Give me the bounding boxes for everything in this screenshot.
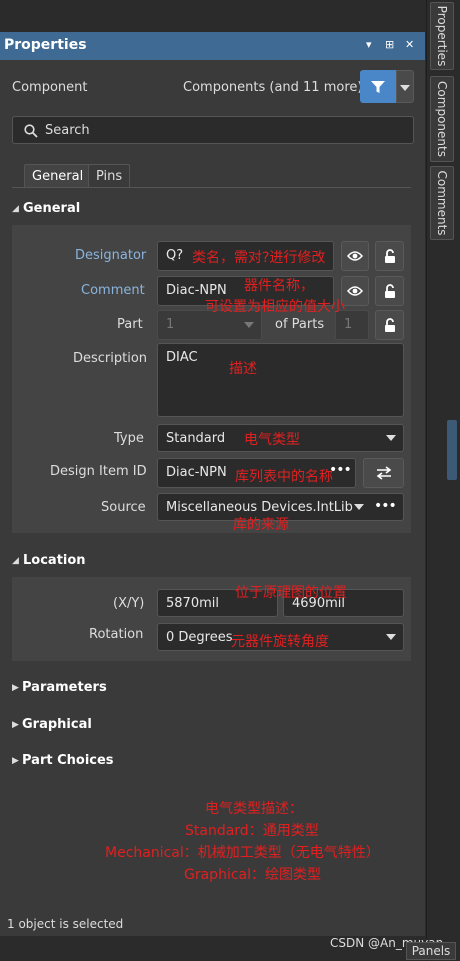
annotation: 器件名称， bbox=[244, 278, 314, 294]
section-graphical[interactable]: Graphical bbox=[22, 717, 92, 732]
lock-icon bbox=[384, 248, 395, 263]
annotation: Graphical：绘图类型 bbox=[184, 867, 321, 883]
filter-icon bbox=[371, 80, 385, 93]
section-part-choices[interactable]: Part Choices bbox=[22, 753, 114, 768]
collapsed-caret-icon: ▶ bbox=[12, 720, 19, 730]
chevron-down-icon bbox=[400, 85, 410, 91]
designator-label: Designator bbox=[75, 248, 147, 263]
visibility-toggle[interactable] bbox=[341, 241, 369, 271]
component-label: Component bbox=[12, 80, 88, 95]
right-panel-strip: Properties Components Comments bbox=[426, 0, 460, 961]
vtab-components[interactable]: Components bbox=[430, 76, 454, 162]
top-strip bbox=[0, 0, 426, 32]
annotation: 元器件旋转角度 bbox=[231, 634, 329, 650]
description-label: Description bbox=[73, 351, 148, 366]
swap-icon bbox=[376, 466, 391, 480]
rotation-label: Rotation bbox=[89, 627, 144, 642]
vtab-comments[interactable]: Comments bbox=[430, 166, 454, 240]
xy-label: (X/Y) bbox=[113, 596, 145, 611]
design-item-id-value: Diac-NPN bbox=[166, 465, 227, 480]
type-value: Standard bbox=[166, 431, 226, 446]
type-label: Type bbox=[114, 431, 144, 446]
rotation-value: 0 Degrees bbox=[166, 630, 233, 645]
panel-title: Properties bbox=[4, 37, 87, 53]
collapsed-caret-icon: ▶ bbox=[12, 683, 19, 693]
comment-visibility-toggle[interactable] bbox=[341, 276, 369, 306]
expanded-caret-icon: ◢ bbox=[12, 556, 19, 566]
description-field[interactable]: DIAC bbox=[157, 343, 404, 417]
lock-icon bbox=[384, 317, 395, 332]
components-count: Components (and 11 more) bbox=[183, 80, 363, 95]
panel-menu-icon[interactable]: ▾ bbox=[366, 38, 372, 51]
lock-toggle[interactable] bbox=[375, 241, 404, 271]
annotation: 电气类型 bbox=[244, 432, 300, 448]
design-item-id-label: Design Item ID bbox=[50, 464, 147, 479]
vtab-properties[interactable]: Properties bbox=[430, 2, 454, 70]
chevron-down-icon bbox=[244, 322, 254, 328]
annotation: Mechanical：机械加工类型（无电气特性） bbox=[105, 845, 380, 861]
annotation: 电气类型描述： bbox=[205, 801, 303, 817]
section-parameters[interactable]: Parameters bbox=[22, 680, 107, 695]
eye-icon bbox=[347, 251, 363, 261]
comment-lock-toggle[interactable] bbox=[375, 276, 404, 306]
annotation: 可设置为相应的值大小 bbox=[205, 299, 345, 315]
annotation: 库列表中的名称 bbox=[235, 469, 333, 485]
scroll-grip[interactable] bbox=[447, 420, 457, 480]
panel-title-bar: Properties ▾ ⊞ ✕ bbox=[0, 32, 425, 60]
pin-icon[interactable]: ⊞ bbox=[385, 38, 394, 51]
search-icon bbox=[24, 124, 38, 138]
close-icon[interactable]: ✕ bbox=[405, 38, 414, 51]
status-text: 1 object is selected bbox=[7, 917, 124, 931]
annotation: 位于原理图的位置 bbox=[235, 585, 347, 601]
of-parts-label: of Parts bbox=[275, 317, 325, 332]
annotation: Standard：通用类型 bbox=[185, 823, 319, 839]
tab-divider bbox=[12, 187, 411, 188]
part-lock-toggle[interactable] bbox=[375, 310, 404, 340]
search-input[interactable]: Search bbox=[12, 116, 414, 144]
collapsed-caret-icon: ▶ bbox=[12, 756, 19, 766]
annotation: 描述 bbox=[229, 361, 257, 377]
source-value: Miscellaneous Devices.IntLib bbox=[166, 500, 353, 515]
eye-icon bbox=[347, 286, 363, 296]
expanded-caret-icon: ◢ bbox=[12, 204, 19, 214]
chevron-down-icon bbox=[354, 504, 364, 510]
chevron-down-icon bbox=[386, 435, 396, 441]
filter-button[interactable] bbox=[360, 70, 396, 103]
panels-button[interactable]: Panels bbox=[406, 942, 456, 960]
lock-icon bbox=[384, 283, 395, 298]
more-icon[interactable]: ••• bbox=[374, 498, 397, 514]
section-general[interactable]: General bbox=[23, 201, 80, 216]
filter-dropdown[interactable] bbox=[396, 70, 414, 103]
annotation: 类名，需对?进行修改 bbox=[192, 250, 326, 266]
source-label: Source bbox=[101, 500, 146, 515]
search-placeholder: Search bbox=[45, 123, 90, 138]
annotation: 库的来源 bbox=[233, 517, 289, 533]
tab-general[interactable]: General bbox=[24, 164, 92, 188]
chevron-down-icon bbox=[386, 634, 396, 640]
replace-button[interactable] bbox=[363, 458, 404, 488]
part-label: Part bbox=[117, 317, 143, 332]
section-location[interactable]: Location bbox=[23, 553, 86, 568]
comment-label: Comment bbox=[81, 283, 145, 298]
tab-pins[interactable]: Pins bbox=[88, 164, 131, 188]
